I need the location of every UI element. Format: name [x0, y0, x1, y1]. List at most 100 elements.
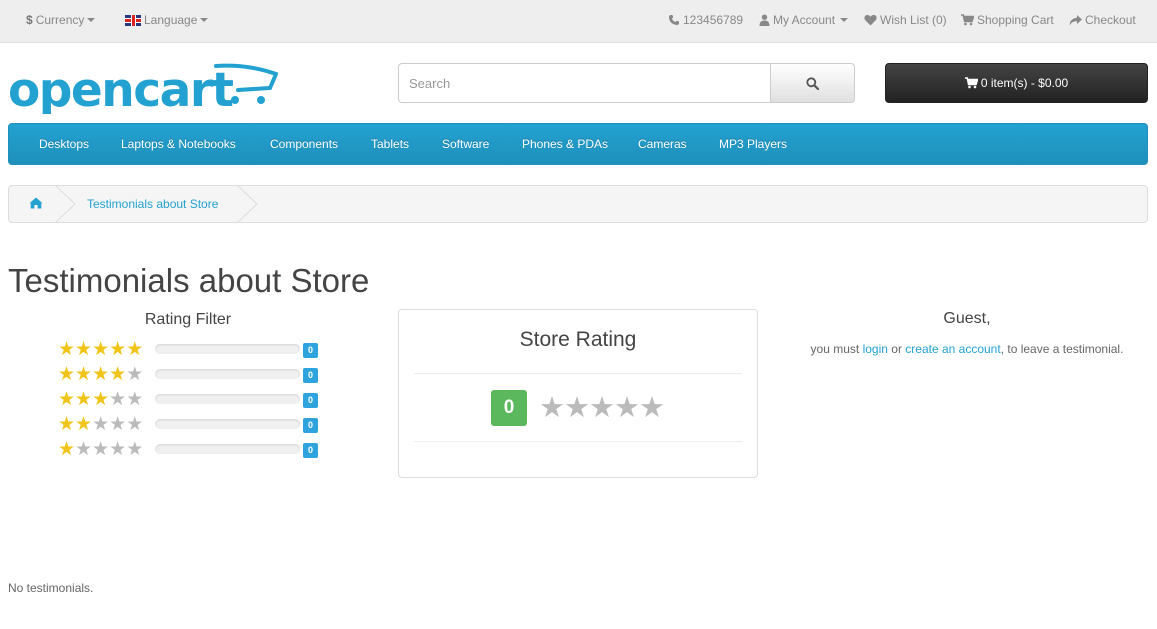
- heart-icon: [864, 14, 877, 26]
- guest-title: Guest,: [943, 310, 991, 327]
- guest-text-before: you must: [810, 342, 860, 356]
- phone-number: 123456789: [683, 13, 744, 27]
- rating-filter-row[interactable]: ★★★★★ 0: [58, 363, 320, 385]
- chevron-down-icon: [840, 18, 849, 22]
- star-empty-icon: ★: [126, 413, 144, 435]
- star-filled-icon: ★: [58, 338, 76, 360]
- star-rating-icons: ★★★★★: [58, 388, 144, 410]
- search-button[interactable]: [770, 63, 855, 103]
- rating-filter-row[interactable]: ★★★★★ 0: [58, 413, 320, 435]
- star-filled-icon: ★: [75, 413, 93, 435]
- store-rating-stars: ★★★★★: [539, 390, 665, 424]
- currency-label: Currency: [35, 13, 85, 27]
- star-filled-icon: ★: [75, 338, 93, 360]
- shopping-cart-link[interactable]: Shopping Cart: [961, 12, 1054, 28]
- rating-filter-row[interactable]: ★★★★★ 0: [58, 338, 320, 360]
- login-link[interactable]: login: [863, 342, 888, 356]
- star-empty-icon: ★: [109, 413, 127, 435]
- star-empty-icon: ★: [126, 438, 144, 460]
- star-filled-icon: ★: [58, 413, 76, 435]
- phone-link[interactable]: 123456789: [668, 12, 743, 28]
- divider: [414, 373, 742, 374]
- menu-item-cameras[interactable]: Cameras: [638, 124, 687, 164]
- store-rating-panel: Store Rating 0 ★★★★★: [398, 309, 758, 478]
- currency-symbol: $: [26, 13, 33, 27]
- star-filled-icon: ★: [109, 338, 127, 360]
- create-account-link[interactable]: create an account: [905, 342, 1000, 356]
- star-rating-icons: ★★★★★: [58, 338, 144, 360]
- star-filled-icon: ★: [109, 363, 127, 385]
- star-filled-icon: ★: [75, 363, 93, 385]
- store-rating-value: 0: [491, 390, 527, 426]
- rating-count-badge: 0: [303, 443, 318, 458]
- breadcrumb-separator: [55, 185, 76, 223]
- star-filled-icon: ★: [58, 363, 76, 385]
- menu-item-laptops-notebooks[interactable]: Laptops & Notebooks: [121, 124, 236, 164]
- star-rating-icons: ★★★★★: [58, 413, 144, 435]
- breadcrumb: Testimonials about Store: [8, 185, 1148, 223]
- star-rating-icons: ★★★★★: [58, 363, 144, 385]
- menu-item-desktops[interactable]: Desktops: [39, 124, 89, 164]
- breadcrumb-current[interactable]: Testimonials about Store: [87, 197, 218, 211]
- star-empty-icon: ★: [109, 388, 127, 410]
- search-icon: [806, 76, 819, 90]
- star-empty-icon: ★: [109, 438, 127, 460]
- search-field[interactable]: [398, 63, 771, 103]
- language-label: Language: [144, 13, 198, 27]
- guest-login-prompt: you must login or create an account, to …: [788, 342, 1146, 356]
- language-dropdown[interactable]: Language: [125, 12, 209, 28]
- star-empty-icon: ★: [614, 390, 640, 424]
- main-menu: Desktops Laptops & Notebooks Components …: [8, 123, 1148, 165]
- checkout-link[interactable]: Checkout: [1069, 12, 1136, 28]
- star-empty-icon: ★: [126, 363, 144, 385]
- star-filled-icon: ★: [92, 338, 110, 360]
- cart-total: 0 item(s) - $0.00: [980, 76, 1069, 90]
- wish-list-link[interactable]: Wish List (0): [864, 12, 947, 28]
- no-testimonials-message: No testimonials.: [8, 581, 94, 595]
- top-bar: $ Currency Language 123456789 My Account…: [0, 0, 1157, 43]
- star-empty-icon: ★: [539, 390, 565, 424]
- rating-count-badge: 0: [303, 368, 318, 383]
- star-filled-icon: ★: [92, 388, 110, 410]
- star-filled-icon: ★: [126, 338, 144, 360]
- star-filled-icon: ★: [58, 388, 76, 410]
- star-empty-icon: ★: [589, 390, 615, 424]
- rating-filter-title: Rating Filter: [144, 311, 232, 328]
- rating-filter-row[interactable]: ★★★★★ 0: [58, 438, 320, 460]
- menu-item-mp3-players[interactable]: MP3 Players: [719, 124, 787, 164]
- star-rating-icons: ★★★★★: [58, 438, 144, 460]
- search-input[interactable]: [399, 64, 771, 102]
- logo-text: opencart: [8, 63, 234, 114]
- star-empty-icon: ★: [639, 390, 665, 424]
- shopping-cart-label: Shopping Cart: [977, 13, 1054, 27]
- uk-flag-icon: [125, 14, 141, 26]
- chevron-down-icon: [200, 18, 209, 22]
- star-filled-icon: ★: [92, 363, 110, 385]
- cart-button[interactable]: 0 item(s) - $0.00: [885, 63, 1148, 103]
- star-empty-icon: ★: [75, 438, 93, 460]
- rating-count-badge: 0: [303, 393, 318, 408]
- opencart-logo[interactable]: opencart: [8, 62, 279, 118]
- store-rating-title: Store Rating: [519, 328, 637, 351]
- rating-filter-row[interactable]: ★★★★★ 0: [58, 388, 320, 410]
- rating-progress-bar: [155, 444, 300, 454]
- wish-list-label: Wish List (0): [880, 13, 947, 27]
- star-empty-icon: ★: [126, 388, 144, 410]
- chevron-down-icon: [87, 18, 96, 22]
- my-account-dropdown[interactable]: My Account: [759, 12, 849, 28]
- guest-text-or: or: [891, 342, 902, 356]
- menu-item-software[interactable]: Software: [442, 124, 489, 164]
- breadcrumb-separator: [237, 185, 258, 223]
- cart-icon: [961, 14, 974, 26]
- star-empty-icon: ★: [564, 390, 590, 424]
- home-icon: [29, 197, 43, 209]
- rating-count-badge: 0: [303, 418, 318, 433]
- rating-progress-bar: [155, 394, 300, 404]
- menu-item-tablets[interactable]: Tablets: [371, 124, 409, 164]
- menu-item-components[interactable]: Components: [270, 124, 338, 164]
- menu-item-phones-pdas[interactable]: Phones & PDAs: [522, 124, 608, 164]
- currency-dropdown[interactable]: $ Currency: [26, 12, 96, 28]
- phone-icon: [669, 15, 679, 25]
- breadcrumb-home[interactable]: [29, 197, 43, 212]
- star-filled-icon: ★: [58, 438, 76, 460]
